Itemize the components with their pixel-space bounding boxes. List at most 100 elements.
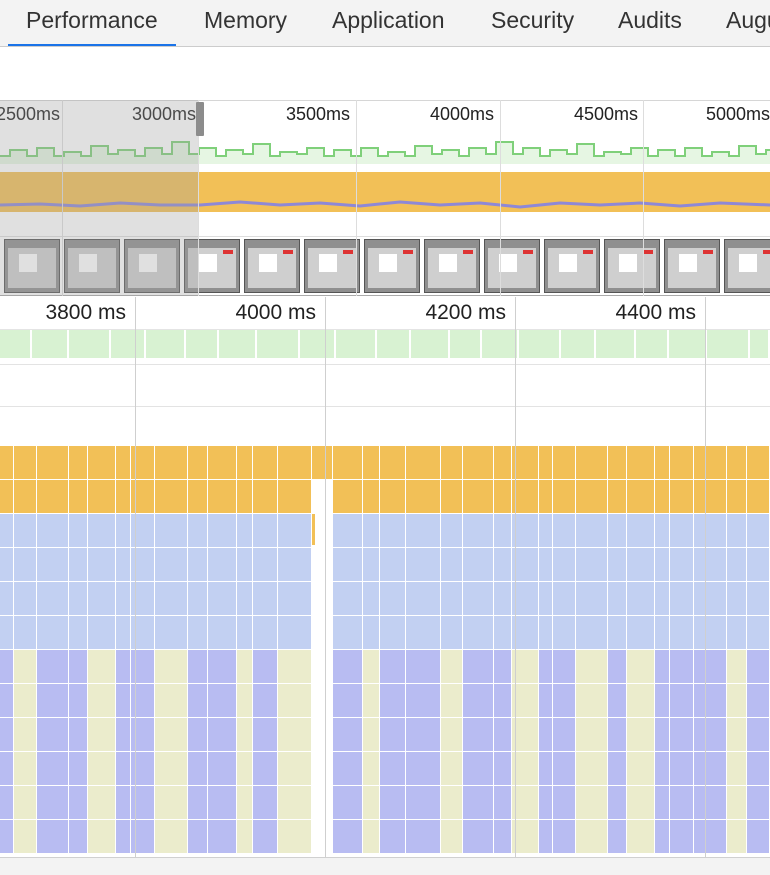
function-call-block[interactable] xyxy=(727,820,747,854)
event-block[interactable] xyxy=(116,480,131,514)
function-call-block[interactable] xyxy=(576,786,608,820)
event-block[interactable] xyxy=(655,480,670,514)
event-block[interactable] xyxy=(747,480,770,514)
event-block[interactable] xyxy=(69,480,88,514)
function-call-block[interactable] xyxy=(655,786,670,820)
function-call-block[interactable] xyxy=(188,616,208,650)
event-block[interactable] xyxy=(208,446,237,480)
function-call-block[interactable] xyxy=(14,684,37,718)
function-call-block[interactable] xyxy=(237,786,253,820)
function-call-block[interactable] xyxy=(37,514,69,548)
function-call-block[interactable] xyxy=(627,820,655,854)
function-call-block[interactable] xyxy=(155,786,188,820)
function-call-block[interactable] xyxy=(512,514,539,548)
function-call-block[interactable] xyxy=(155,548,188,582)
function-call-block[interactable] xyxy=(512,752,539,786)
function-call-block[interactable] xyxy=(278,786,312,820)
function-call-block[interactable] xyxy=(37,718,69,752)
event-block[interactable] xyxy=(463,480,494,514)
function-call-block[interactable] xyxy=(116,786,131,820)
function-call-block[interactable] xyxy=(363,820,380,854)
function-call-block[interactable] xyxy=(512,582,539,616)
event-block[interactable] xyxy=(539,480,553,514)
function-call-block[interactable] xyxy=(333,820,363,854)
event-block[interactable] xyxy=(131,480,155,514)
function-call-block[interactable] xyxy=(539,684,553,718)
frame-box[interactable] xyxy=(707,330,750,358)
screenshot-thumbnail[interactable] xyxy=(184,239,240,293)
function-call-block[interactable] xyxy=(512,548,539,582)
function-call-block[interactable] xyxy=(406,684,441,718)
function-call-block[interactable] xyxy=(576,650,608,684)
function-call-block[interactable] xyxy=(576,582,608,616)
function-call-block[interactable] xyxy=(208,786,237,820)
function-call-block[interactable] xyxy=(116,718,131,752)
function-call-block[interactable] xyxy=(553,752,576,786)
frame-box[interactable] xyxy=(636,330,669,358)
function-call-block[interactable] xyxy=(208,514,237,548)
function-call-block[interactable] xyxy=(441,616,463,650)
function-call-block[interactable] xyxy=(380,718,406,752)
function-call-block[interactable] xyxy=(237,684,253,718)
function-call-block[interactable] xyxy=(69,786,88,820)
event-block[interactable] xyxy=(88,480,116,514)
screenshot-filmstrip[interactable] xyxy=(0,236,770,296)
function-call-block[interactable] xyxy=(553,616,576,650)
event-block[interactable] xyxy=(14,446,37,480)
function-call-block[interactable] xyxy=(88,786,116,820)
function-call-block[interactable] xyxy=(494,752,512,786)
function-call-block[interactable] xyxy=(655,548,670,582)
function-call-block[interactable] xyxy=(406,752,441,786)
function-call-block[interactable] xyxy=(539,718,553,752)
function-call-block[interactable] xyxy=(333,684,363,718)
function-call-block[interactable] xyxy=(608,820,627,854)
function-call-block[interactable] xyxy=(670,786,694,820)
function-call-block[interactable] xyxy=(0,582,14,616)
function-call-block[interactable] xyxy=(116,820,131,854)
function-call-block[interactable] xyxy=(512,684,539,718)
function-call-block[interactable] xyxy=(576,684,608,718)
function-call-block[interactable] xyxy=(380,548,406,582)
function-call-block[interactable] xyxy=(463,514,494,548)
function-call-block[interactable] xyxy=(37,786,69,820)
function-call-block[interactable] xyxy=(655,820,670,854)
function-call-block[interactable] xyxy=(0,616,14,650)
function-call-block[interactable] xyxy=(441,582,463,616)
event-block[interactable] xyxy=(380,446,406,480)
function-call-block[interactable] xyxy=(463,752,494,786)
screenshot-thumbnail[interactable] xyxy=(244,239,300,293)
function-call-block[interactable] xyxy=(747,650,770,684)
frame-box[interactable] xyxy=(750,330,770,358)
function-call-block[interactable] xyxy=(608,786,627,820)
function-call-block[interactable] xyxy=(88,684,116,718)
function-call-block[interactable] xyxy=(553,718,576,752)
function-call-block[interactable] xyxy=(655,514,670,548)
frame-box[interactable] xyxy=(561,330,596,358)
function-call-block[interactable] xyxy=(208,582,237,616)
function-call-block[interactable] xyxy=(69,820,88,854)
function-call-block[interactable] xyxy=(727,582,747,616)
function-call-block[interactable] xyxy=(116,616,131,650)
event-block[interactable] xyxy=(747,446,770,480)
function-call-block[interactable] xyxy=(512,786,539,820)
event-block[interactable] xyxy=(608,480,627,514)
function-call-block[interactable] xyxy=(253,616,278,650)
function-call-block[interactable] xyxy=(608,684,627,718)
function-call-block[interactable] xyxy=(333,616,363,650)
function-call-block[interactable] xyxy=(0,514,14,548)
function-call-block[interactable] xyxy=(627,752,655,786)
function-call-block[interactable] xyxy=(237,650,253,684)
function-call-block[interactable] xyxy=(608,718,627,752)
function-call-block[interactable] xyxy=(463,684,494,718)
function-call-block[interactable] xyxy=(131,684,155,718)
function-call-block[interactable] xyxy=(747,684,770,718)
function-call-block[interactable] xyxy=(727,786,747,820)
function-call-block[interactable] xyxy=(694,786,727,820)
function-call-block[interactable] xyxy=(627,548,655,582)
function-call-block[interactable] xyxy=(253,650,278,684)
function-call-block[interactable] xyxy=(441,820,463,854)
tab-performance[interactable]: Performance xyxy=(8,0,176,46)
frame-box[interactable] xyxy=(146,330,186,358)
function-call-block[interactable] xyxy=(747,616,770,650)
event-block[interactable] xyxy=(188,480,208,514)
